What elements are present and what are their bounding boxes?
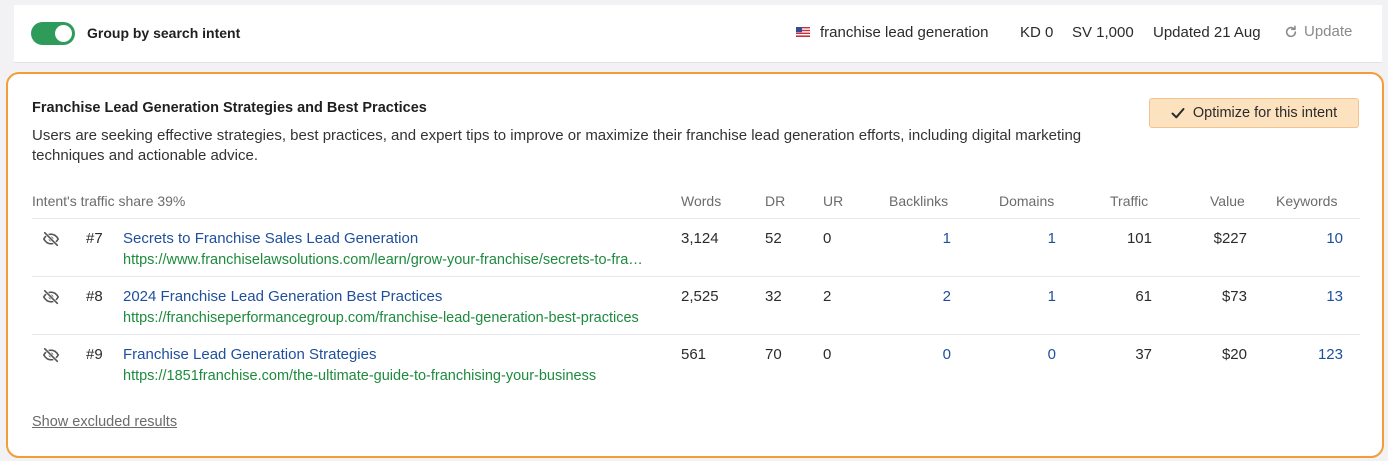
keyword-label: franchise lead generation (820, 24, 989, 41)
ur-value: 0 (823, 346, 832, 363)
col-header-backlinks[interactable]: Backlinks (889, 193, 948, 209)
col-header-dr[interactable]: DR (765, 193, 785, 209)
value-amount: $227 (1213, 230, 1247, 247)
col-header-ur[interactable]: UR (823, 193, 843, 209)
show-excluded-results-link[interactable]: Show excluded results (32, 414, 177, 430)
backlinks-link[interactable]: 2 (943, 288, 951, 305)
result-title-link[interactable]: Franchise Lead Generation Strategies (123, 346, 376, 363)
table-row: #8 2024 Franchise Lead Generation Best P… (8, 278, 1378, 334)
traffic-value: 61 (1135, 288, 1152, 305)
backlinks-link[interactable]: 0 (943, 346, 951, 363)
divider (32, 276, 1360, 277)
traffic-value: 101 (1126, 230, 1152, 247)
intent-description: Users are seeking effective strategies, … (32, 127, 1082, 164)
updated-label: Updated 21 Aug (1153, 24, 1261, 41)
col-header-domains[interactable]: Domains (999, 193, 1054, 209)
hide-result-icon[interactable] (42, 288, 60, 306)
traffic-share-label: Intent's traffic share 39% (32, 193, 186, 209)
kd-label: KD 0 (1020, 24, 1054, 41)
table-row: #9 Franchise Lead Generation Strategies … (8, 336, 1378, 392)
intent-title: Franchise Lead Generation Strategies and… (32, 100, 427, 116)
intent-card: Franchise Lead Generation Strategies and… (6, 72, 1384, 458)
hide-result-icon[interactable] (42, 230, 60, 248)
topbar: Group by search intent franchise lead ge… (14, 5, 1382, 63)
words-value: 3,124 (681, 230, 719, 247)
result-url-link[interactable]: https://1851franchise.com/the-ultimate-g… (123, 368, 647, 384)
dr-value: 32 (765, 288, 782, 305)
col-header-traffic[interactable]: Traffic (1110, 193, 1148, 209)
dr-value: 70 (765, 346, 782, 363)
value-amount: $73 (1221, 288, 1247, 305)
refresh-icon (1285, 25, 1297, 37)
sv-label: SV 1,000 (1072, 24, 1134, 41)
ur-value: 0 (823, 230, 832, 247)
check-icon (1171, 108, 1185, 119)
result-url-link[interactable]: https://www.franchiselawsolutions.com/le… (123, 252, 647, 268)
divider (32, 218, 1360, 219)
words-value: 2,525 (681, 288, 719, 305)
result-title-link[interactable]: Secrets to Franchise Sales Lead Generati… (123, 230, 418, 247)
col-header-value[interactable]: Value (1210, 193, 1245, 209)
backlinks-link[interactable]: 1 (943, 230, 951, 247)
position-label: #7 (86, 230, 103, 247)
toggle-label: Group by search intent (87, 25, 241, 41)
table-row: #7 Secrets to Franchise Sales Lead Gener… (8, 220, 1378, 276)
divider (32, 334, 1360, 335)
keywords-link[interactable]: 123 (1318, 346, 1343, 363)
keywords-link[interactable]: 10 (1326, 230, 1343, 247)
result-title-link[interactable]: 2024 Franchise Lead Generation Best Prac… (123, 288, 442, 305)
words-value: 561 (681, 346, 707, 363)
domains-link[interactable]: 1 (1048, 288, 1056, 305)
us-flag-icon (796, 27, 810, 37)
value-amount: $20 (1221, 346, 1247, 363)
col-header-words[interactable]: Words (681, 193, 721, 209)
toggle-knob (55, 25, 72, 42)
keywords-link[interactable]: 13 (1326, 288, 1343, 305)
position-label: #9 (86, 346, 103, 363)
hide-result-icon[interactable] (42, 346, 60, 364)
update-label: Update (1304, 23, 1353, 40)
col-header-keywords[interactable]: Keywords (1276, 193, 1337, 209)
domains-link[interactable]: 0 (1048, 346, 1056, 363)
optimize-intent-button[interactable]: Optimize for this intent (1149, 98, 1359, 128)
dr-value: 52 (765, 230, 782, 247)
update-button[interactable]: Update (1284, 23, 1352, 40)
position-label: #8 (86, 288, 103, 305)
optimize-label: Optimize for this intent (1192, 105, 1338, 121)
domains-link[interactable]: 1 (1048, 230, 1056, 247)
result-url-link[interactable]: https://franchiseperformancegroup.com/fr… (123, 310, 647, 326)
ur-value: 2 (823, 288, 832, 305)
group-by-intent-toggle[interactable] (31, 22, 75, 45)
traffic-value: 37 (1135, 346, 1152, 363)
